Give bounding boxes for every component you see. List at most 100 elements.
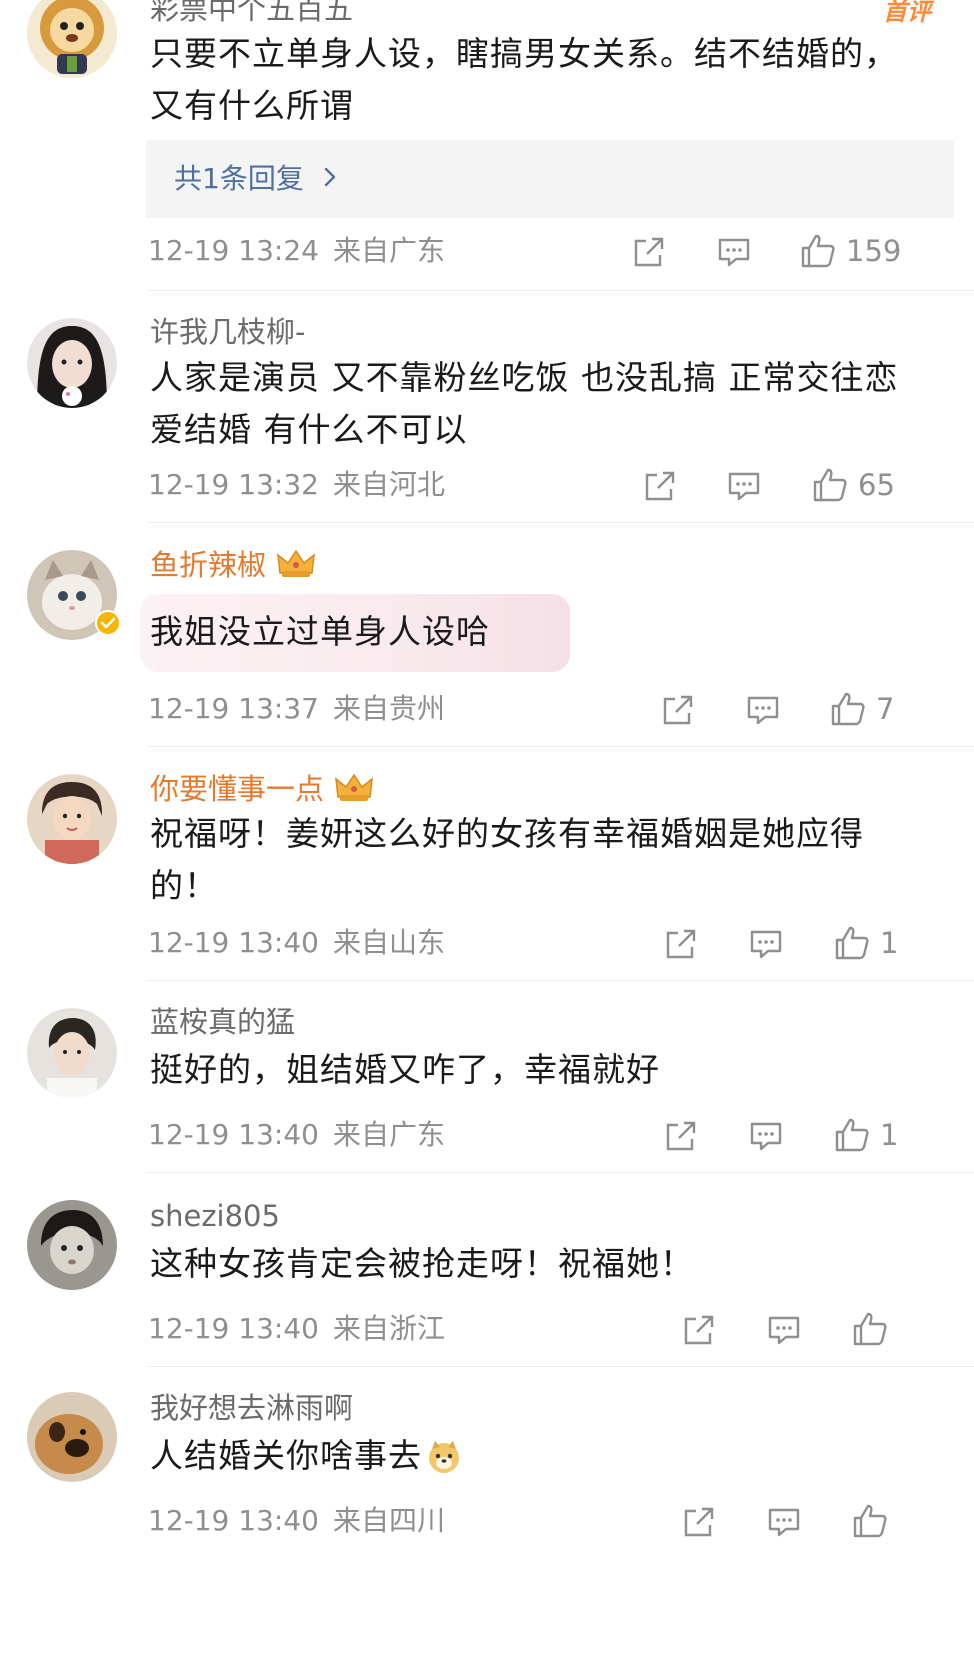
- comment-item: 蓝桉真的猛 挺好的，姐结婚又咋了，幸福就好 12-19 13:40 来自广东 1: [0, 980, 974, 1172]
- username[interactable]: 彩票中个五百五: [150, 0, 353, 26]
- thumbs-up-icon: [834, 1117, 870, 1153]
- share-icon: [664, 927, 698, 961]
- avatar[interactable]: [27, 318, 117, 408]
- comment-item: shezi805 这种女孩肯定会被抢走呀！祝福她！ 12-19 13:40 来自浙…: [0, 1172, 974, 1366]
- timestamp: 12-19 13:32: [148, 468, 319, 501]
- avatar[interactable]: [27, 774, 117, 864]
- like-button[interactable]: 1: [834, 1117, 898, 1153]
- timestamp: 12-19 13:40: [148, 1118, 319, 1151]
- reply-button[interactable]: [767, 1313, 801, 1347]
- share-button[interactable]: [664, 927, 698, 961]
- crown-badge-icon: [334, 771, 374, 810]
- share-button[interactable]: [632, 235, 666, 269]
- avatar[interactable]: [27, 1008, 117, 1098]
- comment-text: 挺好的，姐结婚又咋了，幸福就好: [150, 1050, 660, 1089]
- comment-item: 我好想去淋雨啊 人结婚关你啥事去 12-19 13:40 来自四川: [0, 1366, 974, 1673]
- comment-text: 祝福呀！姜妍这么好的女孩有幸福婚姻是她应得的！: [150, 814, 864, 905]
- comment-text-label: 人结婚关你啥事去: [150, 1436, 422, 1475]
- like-count: 159: [846, 234, 902, 268]
- like-button[interactable]: [852, 1503, 898, 1539]
- avatar[interactable]: [27, 1200, 117, 1290]
- reply-button[interactable]: [717, 235, 751, 269]
- comment-text: 我姐没立过单身人设哈: [150, 612, 490, 651]
- timestamp: 12-19 13:40: [148, 1504, 319, 1537]
- reply-link-label: 共1条回复: [174, 162, 304, 195]
- comment-icon: [749, 1119, 783, 1153]
- username[interactable]: 蓝桉真的猛: [150, 1005, 295, 1039]
- like-count: 1: [880, 926, 899, 960]
- share-icon: [682, 1313, 716, 1347]
- verified-icon: [95, 610, 121, 636]
- thumbs-up-icon: [812, 467, 848, 503]
- avatar[interactable]: [27, 0, 117, 78]
- share-button[interactable]: [643, 469, 677, 503]
- thumbs-up-icon: [852, 1503, 888, 1539]
- comment-meta: 12-19 13:40 来自山东: [148, 926, 445, 960]
- comment-icon: [727, 469, 761, 503]
- thumbs-up-icon: [834, 925, 870, 961]
- timestamp: 12-19 13:37: [148, 692, 319, 725]
- location: 来自河北: [332, 468, 445, 501]
- comment-item: 许我几枝柳- 人家是演员 又不靠粉丝吃饭 也没乱搞 正常交往恋爱结婚 有什么不可…: [0, 290, 974, 522]
- comment-meta: 12-19 13:40 来自四川: [148, 1504, 445, 1538]
- comment-text: 这种女孩肯定会被抢走呀！祝福她！: [150, 1244, 694, 1283]
- comment-text: 人家是演员 又不靠粉丝吃饭 也没乱搞 正常交往恋爱结婚 有什么不可以: [150, 358, 899, 449]
- location: 来自广东: [332, 234, 445, 267]
- reply-button[interactable]: [749, 1119, 783, 1153]
- avatar[interactable]: [27, 1392, 117, 1482]
- reply-button[interactable]: [727, 469, 761, 503]
- reply-box[interactable]: 共1条回复: [146, 140, 954, 218]
- like-button[interactable]: [852, 1311, 898, 1347]
- doge-emoji-icon: [426, 1438, 462, 1490]
- thumbs-up-icon: [800, 233, 836, 269]
- comment-item: 鱼折辣椒 我姐没立过单身人设哈 12-19 13:37 来自贵州 7: [0, 522, 974, 746]
- chevron-right-icon: [323, 160, 337, 196]
- reply-link[interactable]: 共1条回复: [174, 160, 337, 197]
- username[interactable]: 你要懂事一点: [150, 771, 374, 810]
- comment-feed: 彩票中个五百五 首评 只要不立单身人设，瞎搞男女关系。结不结婚的，又有什么所谓 …: [0, 0, 974, 1673]
- reply-button[interactable]: [746, 693, 780, 727]
- like-button[interactable]: 7: [830, 691, 894, 727]
- comment-meta: 12-19 13:37 来自贵州: [148, 692, 445, 726]
- username[interactable]: 许我几枝柳-: [150, 315, 305, 349]
- share-button[interactable]: [661, 693, 695, 727]
- share-icon: [664, 1119, 698, 1153]
- reply-button[interactable]: [767, 1505, 801, 1539]
- share-icon: [661, 693, 695, 727]
- like-count: 65: [858, 468, 895, 502]
- comment-meta: 12-19 13:32 来自河北: [148, 468, 445, 502]
- username[interactable]: 我好想去淋雨啊: [150, 1391, 353, 1425]
- share-icon: [682, 1505, 716, 1539]
- share-icon: [643, 469, 677, 503]
- comment-meta: 12-19 13:40 来自浙江: [148, 1312, 445, 1346]
- share-button[interactable]: [682, 1505, 716, 1539]
- like-count: 7: [876, 692, 895, 726]
- avatar[interactable]: [27, 550, 121, 640]
- comment-item: 你要懂事一点 祝福呀！姜妍这么好的女孩有幸福婚姻是她应得的！ 12-19 13:…: [0, 746, 974, 980]
- timestamp: 12-19 13:40: [148, 1312, 319, 1345]
- location: 来自贵州: [332, 692, 445, 725]
- first-comment-badge: 首评: [883, 0, 931, 26]
- comment-icon: [749, 927, 783, 961]
- location: 来自山东: [332, 926, 445, 959]
- comment-meta: 12-19 13:24 来自广东: [148, 234, 445, 268]
- thumbs-up-icon: [852, 1311, 888, 1347]
- reply-button[interactable]: [749, 927, 783, 961]
- thumbs-up-icon: [830, 691, 866, 727]
- share-button[interactable]: [664, 1119, 698, 1153]
- like-button[interactable]: 65: [812, 467, 895, 503]
- comment-text: 人结婚关你啥事去: [150, 1430, 930, 1490]
- location: 来自广东: [332, 1118, 445, 1151]
- comment-text: 只要不立单身人设，瞎搞男女关系。结不结婚的，又有什么所谓: [150, 34, 898, 125]
- timestamp: 12-19 13:24: [148, 234, 319, 267]
- like-button[interactable]: 1: [834, 925, 898, 961]
- like-button[interactable]: 159: [800, 233, 901, 269]
- crown-badge-icon: [276, 547, 316, 586]
- comment-icon: [717, 235, 751, 269]
- username-label: 你要懂事一点: [150, 772, 325, 806]
- share-button[interactable]: [682, 1313, 716, 1347]
- like-count: 1: [880, 1118, 899, 1152]
- username-label: 鱼折辣椒: [150, 548, 267, 582]
- username[interactable]: shezi805: [150, 1199, 280, 1233]
- username[interactable]: 鱼折辣椒: [150, 547, 316, 586]
